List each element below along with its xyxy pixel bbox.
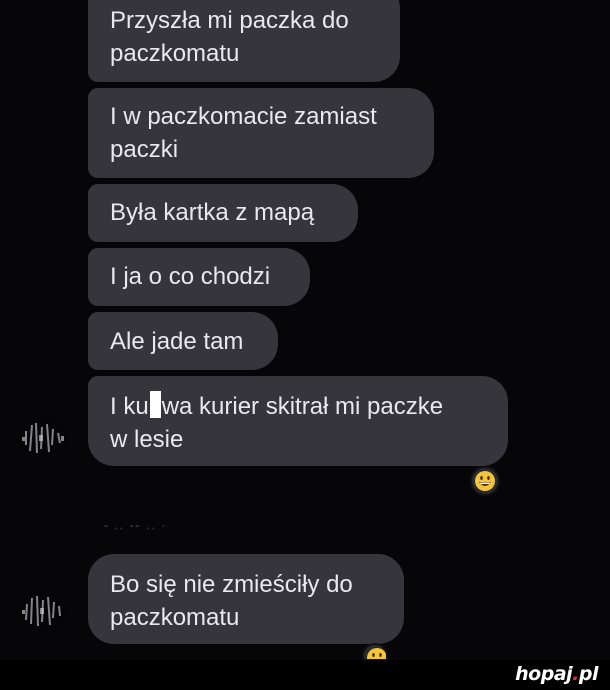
message-text-line: I ku wa kurier skitrał mi paczke: [110, 390, 486, 423]
chat-thread: Przyszła mi paczka do paczkomatu I w pac…: [0, 0, 610, 661]
reaction-badge[interactable]: [470, 466, 500, 496]
watermark-bar: hopaj.pl: [0, 660, 610, 690]
message-text-line: Była kartka z mapą: [110, 199, 315, 226]
message-text-line: I w paczkomacie zamiast: [110, 103, 377, 130]
sender-avatar[interactable]: [20, 588, 66, 634]
avatar-silhouette-icon: [22, 422, 64, 454]
message-bubble[interactable]: Ale jade tam: [88, 312, 278, 370]
message-text-line: paczkomatu: [110, 40, 240, 67]
message-text-line: paczkomatu: [110, 604, 240, 631]
avatar-silhouette-icon: [22, 595, 61, 627]
grinning-face-emoji-icon: [475, 471, 495, 491]
message-bubble[interactable]: Była kartka z mapą: [88, 184, 358, 242]
message-text-line: I ja o co chodzi: [110, 263, 271, 290]
message-text-line: Ale jade tam: [110, 328, 244, 355]
reaction-badge[interactable]: [362, 643, 388, 661]
logo-tld: pl: [578, 663, 599, 685]
message-bubble[interactable]: I w paczkomacie zamiast paczki: [88, 88, 434, 178]
message-text-line: w lesie: [110, 426, 184, 453]
message-text-line: Bo się nie zmieściły do: [110, 571, 353, 598]
message-text-fragment: wa kurier skitrał mi paczke: [161, 393, 444, 420]
sender-avatar[interactable]: [20, 415, 66, 461]
censor-block: [149, 391, 161, 418]
message-text-line: Przyszła mi paczka do: [110, 7, 349, 34]
sender-name-blurred: - .. -- .. ·: [104, 520, 168, 532]
logo-name: hopaj: [515, 663, 573, 685]
message-bubble[interactable]: Przyszła mi paczka do paczkomatu: [88, 0, 400, 82]
site-logo: hopaj.pl: [515, 663, 598, 685]
message-bubble[interactable]: Bo się nie zmieściły do paczkomatu: [88, 554, 404, 644]
logo-dot: .: [572, 663, 579, 685]
message-text-line: paczki: [110, 136, 179, 163]
message-text-fragment: I ku: [110, 393, 149, 420]
message-bubble[interactable]: I ja o co chodzi: [88, 248, 310, 306]
message-bubble[interactable]: I ku wa kurier skitrał mi paczke w lesie: [88, 376, 508, 466]
grinning-face-emoji-icon: [367, 648, 386, 659]
